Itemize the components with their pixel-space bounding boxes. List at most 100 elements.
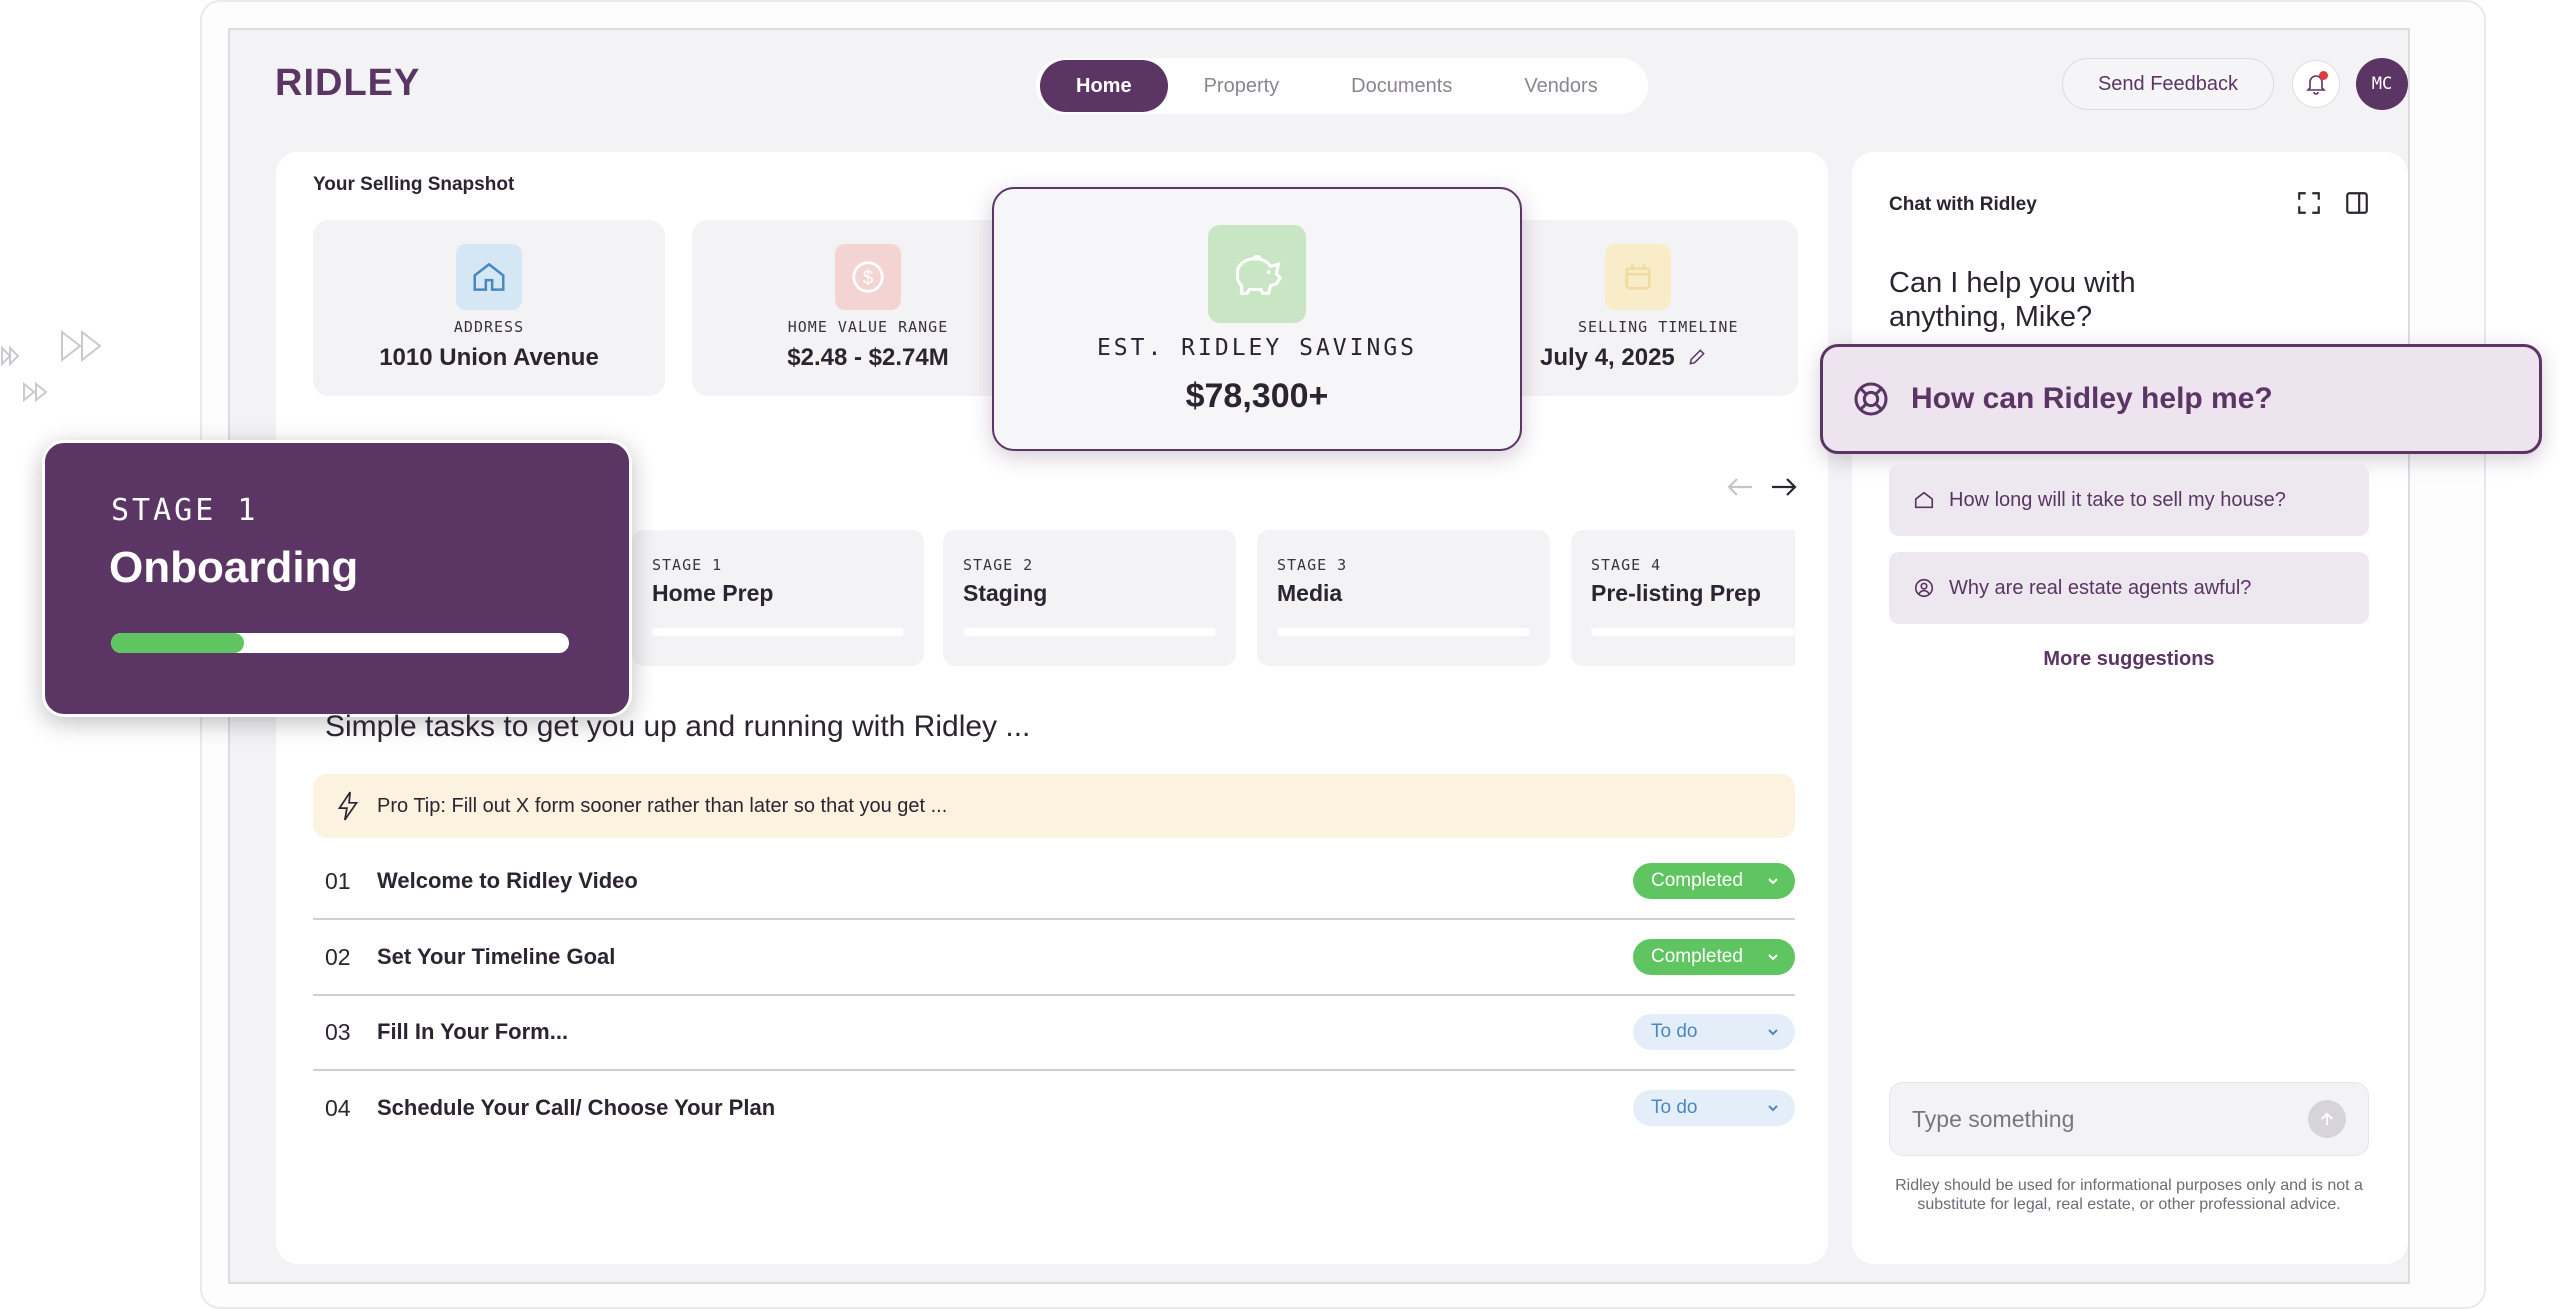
stage-carousel-controls <box>1726 476 1798 498</box>
timeline-card: SELLING TIMELINE July 4, 2025 <box>1478 220 1798 396</box>
stage-card[interactable]: STAGE 1 Home Prep <box>632 530 924 666</box>
status-label: Completed <box>1651 870 1743 891</box>
current-stage-name: Onboarding <box>109 543 359 592</box>
timeline-value-wrap: July 4, 2025 <box>1478 344 1798 372</box>
tab-vendors[interactable]: Vendors <box>1488 60 1633 112</box>
chat-toolbar <box>2296 190 2370 216</box>
stage-card[interactable]: STAGE 4 Pre-listing Prep <box>1571 530 1795 666</box>
stage-number: STAGE 1 <box>652 556 723 574</box>
task-title: Fill In Your Form... <box>377 1019 569 1044</box>
address-card: ADDRESS 1010 Union Avenue <box>313 220 665 396</box>
task-title: Set Your Timeline Goal <box>377 944 616 969</box>
stage-progress-bar <box>652 628 904 636</box>
chat-greeting: Can I help you with anything, Mike? <box>1889 267 2136 333</box>
stage-number: STAGE 4 <box>1591 556 1662 574</box>
stage-progress-bar <box>963 628 1216 636</box>
expand-icon[interactable] <box>2296 190 2322 216</box>
stage-progress-bar <box>1277 628 1530 636</box>
current-stage-card[interactable]: STAGE 1 Onboarding <box>42 440 632 717</box>
chat-input-box <box>1889 1082 2369 1156</box>
savings-label: EST. RIDLEY SAVINGS <box>1096 335 1418 361</box>
task-number: 02 <box>325 943 351 970</box>
send-feedback-button[interactable]: Send Feedback <box>2062 58 2274 110</box>
savings-value: $78,300+ <box>1185 377 1329 415</box>
current-stage-number: STAGE 1 <box>111 493 259 528</box>
status-dropdown[interactable]: Completed <box>1633 939 1795 975</box>
stage-name: Pre-listing Prep <box>1591 580 1761 606</box>
stage-number: STAGE 3 <box>1277 556 1348 574</box>
status-label: To do <box>1651 1021 1698 1042</box>
chevron-down-icon <box>1768 1029 1778 1036</box>
stage-name: Staging <box>963 580 1048 606</box>
task-row[interactable]: 04 Schedule Your Call/ Choose Your Plan … <box>313 1070 1795 1146</box>
chevron-down-icon <box>1768 878 1778 885</box>
user-icon <box>1914 578 1934 598</box>
task-row[interactable]: 02 Set Your Timeline Goal Completed <box>313 920 1795 996</box>
app-logo[interactable]: RIDLEY <box>275 62 420 105</box>
snapshot-title: Your Selling Snapshot <box>313 174 515 195</box>
stage-number: STAGE 2 <box>963 556 1034 574</box>
sidebar-panel-icon[interactable] <box>2344 190 2370 216</box>
calendar-icon <box>1605 244 1671 310</box>
suggestion-text: How long will it take to sell my house? <box>1949 488 2286 511</box>
task-number: 01 <box>325 867 351 894</box>
chat-disclaimer: Ridley should be used for informational … <box>1895 1177 2363 1213</box>
chevron-down-icon <box>1768 1105 1778 1112</box>
stage-name: Media <box>1277 580 1343 606</box>
timeline-label: SELLING TIMELINE <box>1578 318 1739 336</box>
suggestion-chip[interactable]: Why are real estate agents awful? <box>1889 552 2369 624</box>
status-dropdown[interactable]: To do <box>1633 1090 1795 1126</box>
pro-tip-text: Pro Tip: Fill out X form sooner rather t… <box>377 794 948 817</box>
dollar-icon: $ <box>835 244 901 310</box>
piggy-bank-icon <box>1208 225 1306 323</box>
task-title: Welcome to Ridley Video <box>377 868 638 893</box>
stage-card[interactable]: STAGE 3 Media <box>1257 530 1550 666</box>
task-row[interactable]: 03 Fill In Your Form... To do <box>313 995 1795 1071</box>
tab-documents[interactable]: Documents <box>1315 60 1488 112</box>
status-label: To do <box>1651 1097 1698 1118</box>
status-dropdown[interactable]: Completed <box>1633 863 1795 899</box>
address-value: 1010 Union Avenue <box>379 344 599 371</box>
more-suggestions-link[interactable]: More suggestions <box>1889 648 2369 671</box>
help-prompt-button[interactable]: How can Ridley help me? <box>1820 344 2542 454</box>
task-number: 03 <box>325 1018 351 1045</box>
arrow-left-icon[interactable] <box>1726 476 1754 498</box>
house-icon <box>1914 491 1934 509</box>
suggestion-chip[interactable]: How long will it take to sell my house? <box>1889 464 2369 536</box>
current-stage-progress-bar <box>111 633 569 653</box>
help-prompt-text: How can Ridley help me? <box>1911 382 2273 415</box>
lifebuoy-icon <box>1854 382 1888 416</box>
status-label: Completed <box>1651 946 1743 967</box>
tab-property[interactable]: Property <box>1168 60 1316 112</box>
chat-input[interactable] <box>1912 1105 2272 1133</box>
stage-progress-bar <box>1591 628 1795 636</box>
house-icon <box>456 244 522 310</box>
stage-name: Home Prep <box>652 580 774 606</box>
timeline-value: July 4, 2025 <box>1540 344 1675 371</box>
stage-card[interactable]: STAGE 2 Staging <box>943 530 1236 666</box>
chevron-down-icon <box>1768 954 1778 961</box>
send-button[interactable] <box>2308 1100 2346 1138</box>
tab-home[interactable]: Home <box>1040 60 1168 112</box>
savings-card: EST. RIDLEY SAVINGS $78,300+ <box>992 187 1522 451</box>
notification-dot <box>2319 71 2328 80</box>
chat-title: Chat with Ridley <box>1889 194 2037 215</box>
notifications-button[interactable] <box>2292 60 2340 108</box>
tasks-heading: Simple tasks to get you up and running w… <box>325 710 1031 743</box>
arrow-right-icon[interactable] <box>1770 476 1798 498</box>
task-title: Schedule Your Call/ Choose Your Plan <box>377 1095 776 1120</box>
edit-pencil-icon[interactable] <box>1687 347 1707 367</box>
task-number: 04 <box>325 1094 351 1121</box>
status-dropdown[interactable]: To do <box>1633 1014 1795 1050</box>
progress-fill <box>111 633 244 653</box>
task-row[interactable]: 01 Welcome to Ridley Video Completed <box>313 844 1795 920</box>
decorative-arrows-icon <box>1 329 102 403</box>
lightning-icon <box>337 791 359 821</box>
suggestion-text: Why are real estate agents awful? <box>1949 576 2252 599</box>
svg-text:$: $ <box>863 268 874 289</box>
pro-tip-banner: Pro Tip: Fill out X form sooner rather t… <box>313 774 1795 838</box>
address-label: ADDRESS <box>453 318 525 336</box>
main-nav: Home Property Documents Vendors <box>1036 58 1648 114</box>
avatar[interactable]: MC <box>2356 58 2408 110</box>
arrow-up-icon <box>2321 1112 2333 1125</box>
